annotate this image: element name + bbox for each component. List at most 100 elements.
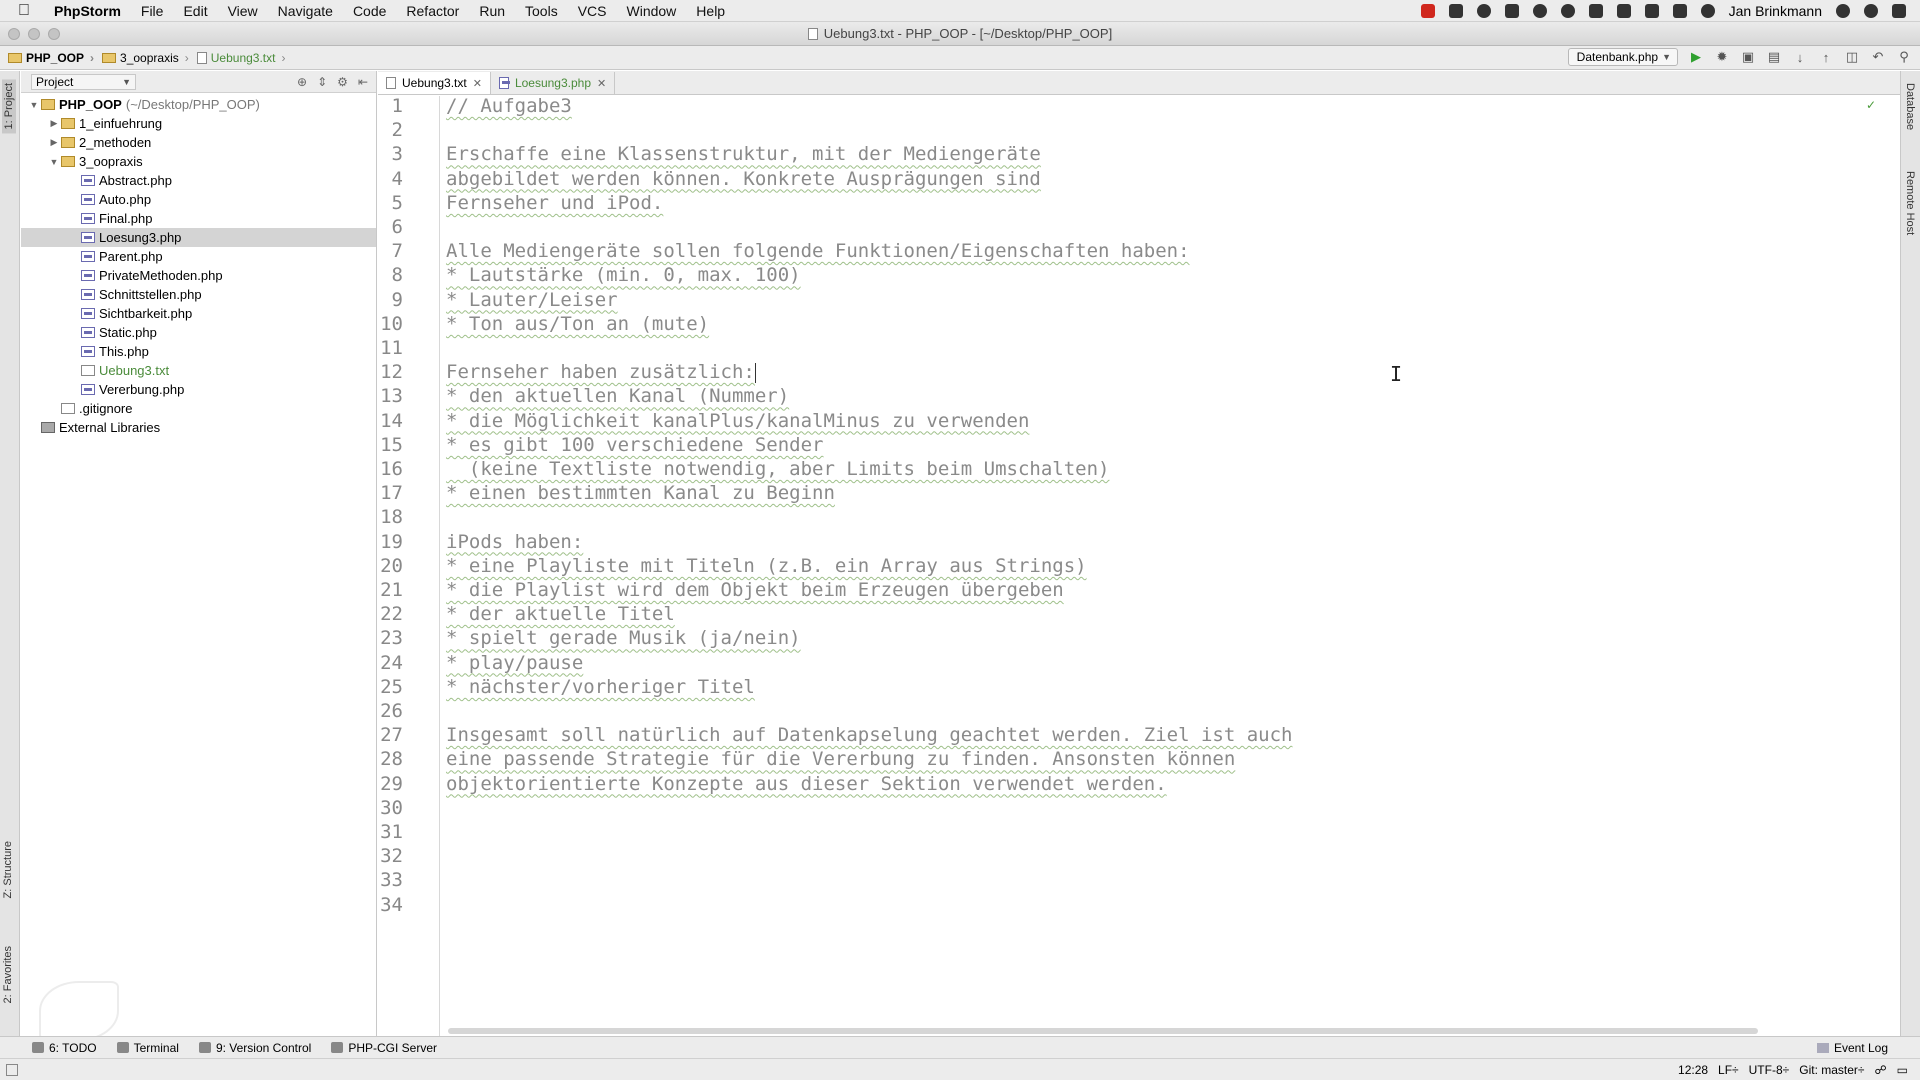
menu-vcs[interactable]: VCS [578, 3, 607, 19]
tree-item[interactable]: ▼ 3_oopraxis [21, 152, 376, 171]
php-cgi-server-tool-tab[interactable]: PHP-CGI Server [331, 1041, 437, 1055]
code-line[interactable]: * es gibt 100 verschiedene Sender [446, 433, 824, 457]
menubar-user-name[interactable]: Jan Brinkmann [1729, 3, 1822, 19]
menu-file[interactable]: File [141, 3, 164, 19]
code-line[interactable]: * Ton aus/Ton an (mute) [446, 312, 709, 336]
code-line[interactable]: Erschaffe eine Klassenstruktur, mit der … [446, 142, 1041, 166]
tree-item[interactable]: Abstract.php [21, 171, 376, 190]
menu-edit[interactable]: Edit [183, 3, 207, 19]
memory-indicator-icon[interactable]: ▭ [1897, 1063, 1908, 1077]
code-editor[interactable]: 1 2 3 4 5 6 7 8 9 10 11 12 13 14 15 16 17 18 19 20 21 22 23 24 2… [378, 94, 1900, 1036]
volume-icon[interactable] [1644, 4, 1659, 18]
gear-icon[interactable]: ⚙ [337, 75, 348, 89]
structure-tool-tab[interactable]: Z: Structure [2, 841, 14, 898]
tab-uebung3[interactable]: Uebung3.txt ✕ [378, 72, 491, 94]
code-line[interactable]: eine passende Strategie für die Vererbun… [446, 747, 1235, 771]
apple-icon[interactable]:  [18, 2, 36, 20]
code-line[interactable]: * einen bestimmten Kanal zu Beginn [446, 481, 835, 505]
vcs-compare-icon[interactable]: ◫ [1844, 49, 1860, 65]
breadcrumb-folder[interactable]: 3_oopraxis › [102, 51, 189, 65]
code-line[interactable]: * nächster/vorheriger Titel [446, 675, 755, 699]
minimize-window-button[interactable] [28, 28, 40, 40]
onepassword-icon[interactable] [1476, 4, 1491, 18]
tree-item[interactable]: ▶ 1_einfuehrung [21, 114, 376, 133]
tree-item[interactable]: Final.php [21, 209, 376, 228]
menu-window[interactable]: Window [627, 3, 677, 19]
code-line[interactable]: Fernseher und iPod. [446, 191, 663, 215]
database-tool-tab[interactable]: Database [1904, 83, 1916, 130]
user-icon[interactable] [1836, 4, 1850, 18]
tree-item[interactable]: External Libraries [21, 418, 376, 437]
version-control-tool-tab[interactable]: 9: Version Control [198, 1041, 311, 1055]
breadcrumb-project[interactable]: PHP_OOP › [8, 51, 94, 65]
close-icon[interactable]: ✕ [473, 77, 482, 90]
tree-item[interactable]: PrivateMethoden.php [21, 266, 376, 285]
tree-item[interactable]: Parent.php [21, 247, 376, 266]
close-window-button[interactable] [8, 28, 20, 40]
code-line[interactable]: // Aufgabe3 [446, 94, 572, 118]
tree-item[interactable]: .gitignore [21, 399, 376, 418]
code-line[interactable]: * play/pause [446, 651, 583, 675]
tree-item[interactable]: Static.php [21, 323, 376, 342]
project-tool-tab[interactable]: 1: Project [2, 79, 16, 134]
code-line[interactable]: * die Playlist wird dem Objekt beim Erze… [446, 578, 1064, 602]
code-line[interactable]: * eine Playliste mit Titeln (z.B. ein Ar… [446, 554, 1087, 578]
code-line[interactable]: * die Möglichkeit kanalPlus/kanalMinus z… [446, 409, 1029, 433]
menu-view[interactable]: View [228, 3, 258, 19]
tree-item[interactable]: Auto.php [21, 190, 376, 209]
code-line[interactable]: objektorientierte Konzepte aus dieser Se… [446, 772, 1167, 796]
notification-center-icon[interactable] [1892, 4, 1906, 18]
vcs-commit-icon[interactable]: ↑ [1818, 49, 1834, 65]
collapsed-arrow-icon[interactable]: ▶ [47, 118, 61, 129]
menu-code[interactable]: Code [353, 3, 386, 19]
code-line[interactable]: Insgesamt soll natürlich auf Datenkapsel… [446, 723, 1292, 747]
menu-navigate[interactable]: Navigate [278, 3, 333, 19]
expanded-arrow-icon[interactable]: ▼ [47, 157, 61, 167]
search-everywhere-icon[interactable]: ⚲ [1896, 49, 1912, 65]
dropbox-icon[interactable] [1588, 4, 1603, 18]
tree-item[interactable]: ▼ PHP_OOP (~/Desktop/PHP_OOP) [21, 95, 376, 114]
event-log-tool-tab[interactable]: Event Log [1816, 1041, 1888, 1055]
git-branch[interactable]: Git: master÷ [1799, 1063, 1864, 1077]
tree-item[interactable]: Vererbung.php [21, 380, 376, 399]
tree-item[interactable]: Loesung3.php [21, 228, 376, 247]
menu-help[interactable]: Help [696, 3, 725, 19]
listen-debug-icon[interactable]: ▣ [1740, 49, 1756, 65]
hide-panel-icon[interactable]: ⇤ [358, 75, 368, 89]
breadcrumb-file[interactable]: Uebung3.txt › [196, 51, 285, 65]
plus-tray-icon[interactable] [1616, 4, 1631, 18]
collapse-all-icon[interactable]: ⇕ [317, 75, 327, 89]
spotlight-icon[interactable] [1864, 4, 1878, 18]
tree-item[interactable]: This.php [21, 342, 376, 361]
debug-icon[interactable]: ✹ [1714, 49, 1730, 65]
code-line[interactable]: Alle Mediengeräte sollen folgende Funkti… [446, 239, 1190, 263]
code-line[interactable]: * spielt gerade Musik (ja/nein) [446, 626, 801, 650]
code-line[interactable]: Fernseher haben zusätzlich: [446, 360, 756, 384]
code-line[interactable]: (keine Textliste notwendig, aber Limits … [446, 457, 1110, 481]
menu-refactor[interactable]: Refactor [406, 3, 459, 19]
code-line[interactable]: abgebildet werden können. Konkrete Auspr… [446, 167, 1041, 191]
tree-item[interactable]: Uebung3.txt [21, 361, 376, 380]
inspection-ok-icon[interactable]: ✓ [1866, 98, 1876, 112]
cloud-icon[interactable] [1560, 4, 1575, 18]
run-icon[interactable]: ▶ [1688, 49, 1704, 65]
file-encoding[interactable]: UTF-8÷ [1749, 1063, 1790, 1077]
terminal-tool-tab[interactable]: Terminal [116, 1041, 179, 1055]
expanded-arrow-icon[interactable]: ▼ [27, 100, 41, 110]
menu-app-name[interactable]: PhpStorm [54, 3, 121, 19]
close-icon[interactable]: ✕ [597, 77, 606, 90]
lock-icon[interactable]: ☍ [1875, 1063, 1887, 1077]
tree-item[interactable]: Sichtbarkeit.php [21, 304, 376, 323]
tab-loesung3[interactable]: Loesung3.php ✕ [491, 72, 616, 94]
code-line[interactable]: * den aktuellen Kanal (Nummer) [446, 384, 789, 408]
code-line[interactable]: * Lauter/Leiser [446, 288, 618, 312]
vcs-update-icon[interactable]: ↓ [1792, 49, 1808, 65]
code-line[interactable]: * Lautstärke (min. 0, max. 100) [446, 263, 801, 287]
record-icon[interactable] [1420, 4, 1435, 18]
app-tray-icon[interactable] [1448, 4, 1463, 18]
todo-tool-tab[interactable]: 6: TODO [32, 1041, 97, 1055]
deploy-icon[interactable]: ▤ [1766, 49, 1782, 65]
leaf-icon[interactable] [1532, 4, 1547, 18]
time-machine-icon[interactable] [1700, 4, 1715, 18]
tool-windows-toggle-icon[interactable] [6, 1063, 18, 1076]
